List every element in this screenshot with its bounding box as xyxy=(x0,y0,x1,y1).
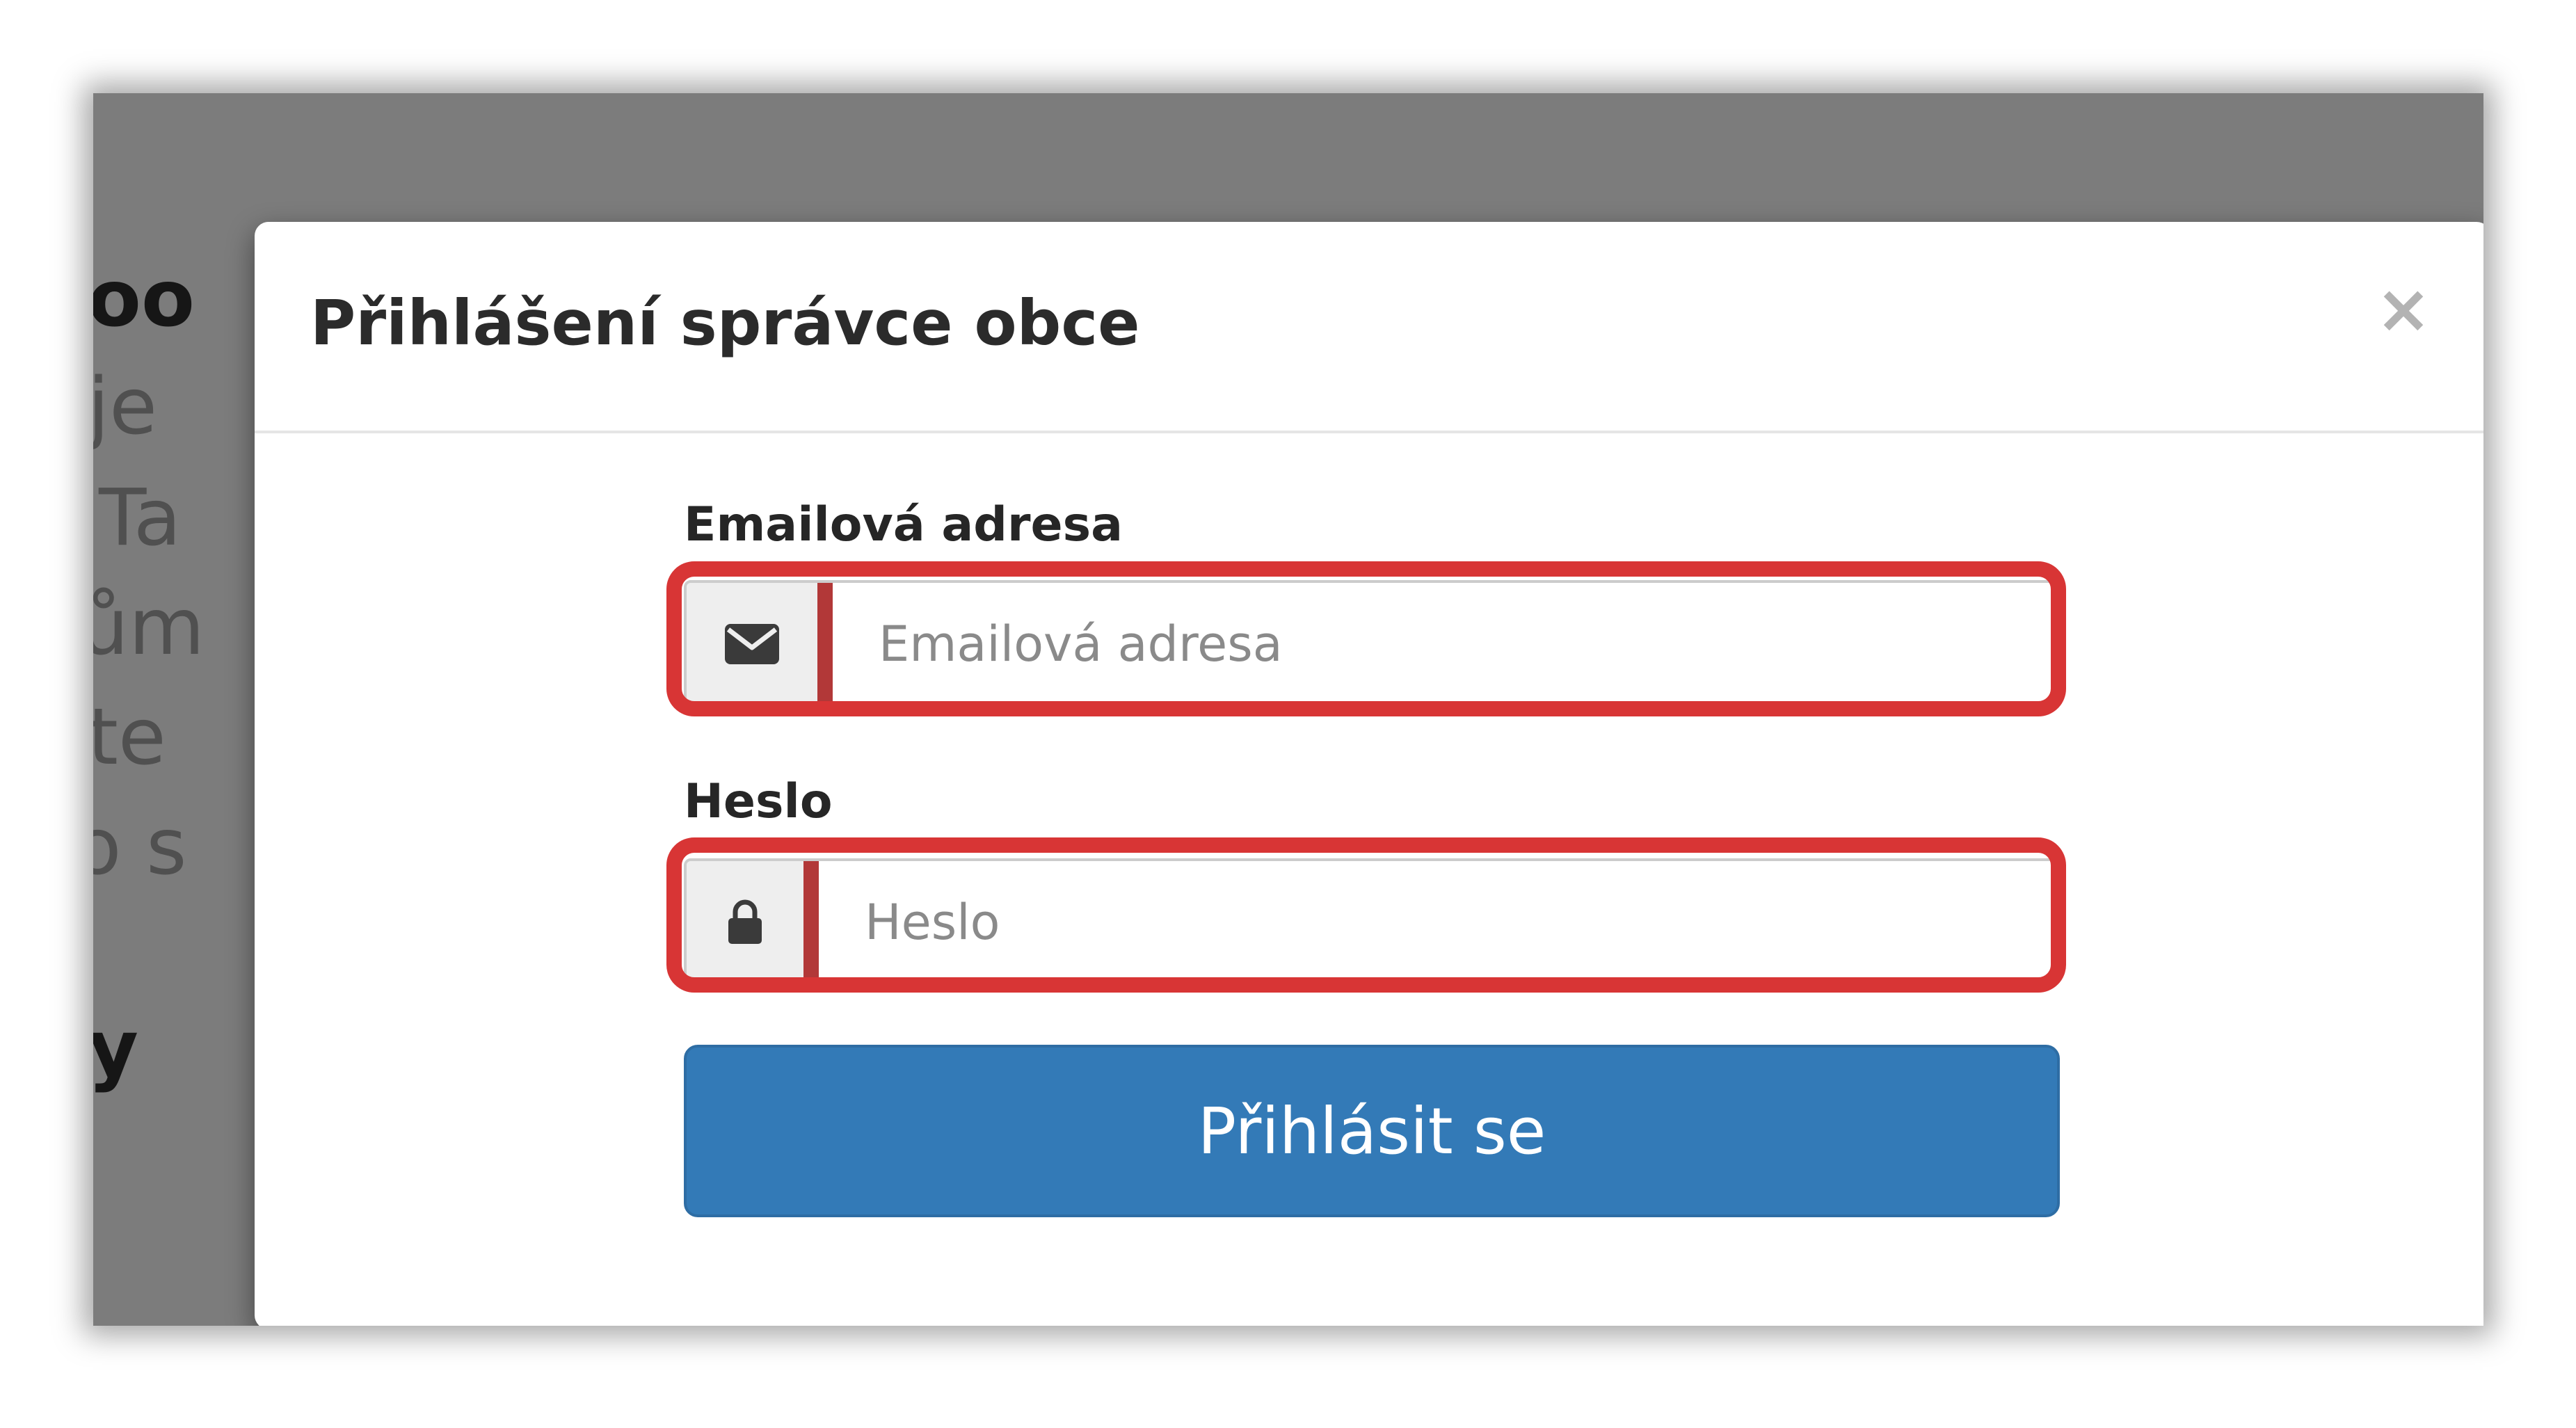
login-modal: Přihlášení správce obce × Emailová adres… xyxy=(255,222,2483,1326)
envelope-icon xyxy=(725,624,779,664)
password-input-group xyxy=(684,858,2060,986)
password-addon xyxy=(687,861,819,984)
modal-title: Přihlášení správce obce xyxy=(310,287,1140,359)
background-text-fragment: te xyxy=(93,692,166,783)
password-input[interactable] xyxy=(819,861,2057,984)
modal-header: Přihlášení správce obce × xyxy=(255,222,2483,433)
close-button[interactable]: × xyxy=(2365,271,2442,347)
background-text-fragment: je xyxy=(93,362,158,452)
background-heading-fragment: oo xyxy=(93,254,195,344)
lock-icon xyxy=(727,899,763,945)
background-heading-fragment: y xyxy=(93,1004,139,1094)
email-label: Emailová adresa xyxy=(684,497,1123,552)
close-icon: × xyxy=(2375,270,2432,348)
background-text-fragment: o s xyxy=(93,802,187,892)
screenshot-frame: oo je Ta ům te o s y é s e a eny rto Při… xyxy=(93,93,2483,1326)
password-label: Heslo xyxy=(684,774,833,829)
email-addon xyxy=(687,583,833,705)
email-input[interactable] xyxy=(833,583,2057,705)
background-text-fragment: Ta xyxy=(99,473,182,563)
email-input-group xyxy=(684,580,2060,708)
background-text-fragment: ům xyxy=(93,582,205,673)
login-submit-button[interactable]: Přihlásit se xyxy=(684,1045,2060,1217)
